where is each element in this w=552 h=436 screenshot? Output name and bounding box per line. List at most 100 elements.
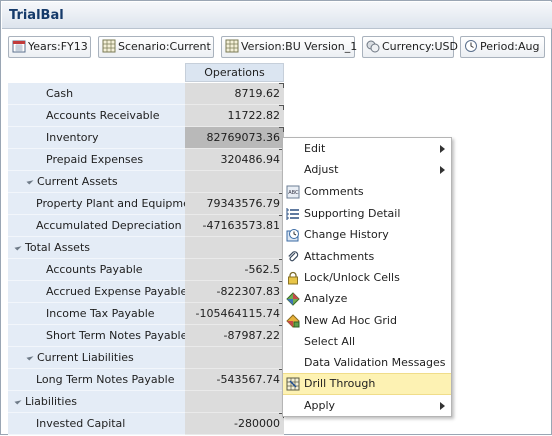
row-label-text: Inventory <box>46 131 99 144</box>
data-cell[interactable]: 8719.62 <box>185 83 284 105</box>
row-label-text: Accounts Payable <box>46 263 143 276</box>
title-bar: TrialBal <box>2 2 552 29</box>
collapse-triangle-icon[interactable] <box>26 177 34 185</box>
submenu-arrow-icon <box>440 166 445 174</box>
cell-value: -543567.74 <box>216 373 280 386</box>
menu-item-drill-through[interactable]: Drill Through <box>283 373 451 395</box>
menu-item-comments[interactable]: ABC Comments <box>283 181 451 203</box>
calendar-icon <box>12 39 26 53</box>
cell-value: -105464115.74 <box>195 307 280 320</box>
menu-item-label: Drill Through <box>304 377 376 390</box>
menu-item-apply[interactable]: Apply <box>283 395 451 417</box>
table-row: Long Term Notes Payable -543567.74 <box>8 369 284 391</box>
menu-item-attachments[interactable]: Attachments <box>283 246 451 268</box>
menu-item-data-validation-messages[interactable]: Data Validation Messages <box>283 352 451 374</box>
menu-item-label: Supporting Detail <box>304 207 401 220</box>
comment-icon: ABC <box>286 185 300 199</box>
data-cell[interactable]: 82769073.36 <box>185 127 284 149</box>
collapse-triangle-icon[interactable] <box>14 243 22 251</box>
menu-item-label: Attachments <box>304 250 375 263</box>
row-label[interactable]: Current Liabilities <box>8 347 185 369</box>
data-cell[interactable]: 79343576.79 <box>185 193 284 215</box>
row-label[interactable]: Income Tax Payable <box>8 303 185 325</box>
table-row: Current Liabilities <box>8 347 284 369</box>
data-cell[interactable] <box>185 391 284 413</box>
row-label-text: Accounts Receivable <box>46 109 160 122</box>
menu-item-lock-unlock-cells[interactable]: Lock/Unlock Cells <box>283 267 451 289</box>
menu-item-select-all[interactable]: Select All <box>283 331 451 353</box>
table-row: Inventory 82769073.36 <box>8 127 284 149</box>
row-label[interactable]: Property Plant and Equipment <box>8 193 201 215</box>
table-row: Cash 8719.62 <box>8 83 284 105</box>
supporting-detail-icon <box>286 207 300 221</box>
data-cell[interactable]: -543567.74 <box>185 369 284 391</box>
pov-years-label: Years:FY13 <box>28 40 88 53</box>
row-label[interactable]: Long Term Notes Payable <box>8 369 185 391</box>
menu-item-adjust[interactable]: Adjust <box>283 159 451 181</box>
submenu-arrow-icon <box>440 402 445 410</box>
row-label[interactable]: Cash <box>8 83 185 105</box>
row-label-text: Current Liabilities <box>37 351 134 364</box>
data-cell[interactable] <box>185 171 284 193</box>
row-label-text: Income Tax Payable <box>46 307 155 320</box>
collapse-triangle-icon[interactable] <box>26 353 34 361</box>
data-cell[interactable]: 320486.94 <box>185 149 284 171</box>
row-label[interactable]: Liabilities <box>8 391 185 413</box>
row-label[interactable]: Prepaid Expenses <box>8 149 185 171</box>
row-label[interactable]: Accrued Expense Payable <box>8 281 187 303</box>
row-label[interactable]: Invested Capital <box>8 413 185 435</box>
data-cell[interactable]: -280000 <box>185 413 284 435</box>
pov-currency[interactable]: Currency:USD <box>362 36 458 58</box>
data-cell[interactable]: -87987.22 <box>185 325 284 347</box>
pov-version-label: Version:BU Version_1 <box>241 40 358 53</box>
menu-item-new-ad-hoc-grid[interactable]: New Ad Hoc Grid <box>283 310 451 332</box>
menu-item-label: Comments <box>304 185 364 198</box>
pov-version[interactable]: Version:BU Version_1 <box>221 36 358 58</box>
row-label[interactable]: Total Assets <box>8 237 185 259</box>
menu-item-label: Edit <box>304 142 326 155</box>
menu-item-supporting-detail[interactable]: Supporting Detail <box>283 203 451 225</box>
table-row: Invested Capital -280000 <box>8 413 284 435</box>
row-label[interactable]: Inventory <box>8 127 185 149</box>
data-cell[interactable] <box>185 237 284 259</box>
row-label[interactable]: Short Term Notes Payable <box>8 325 187 347</box>
menu-item-label: Lock/Unlock Cells <box>304 271 400 284</box>
table-row: Property Plant and Equipment 79343576.79 <box>8 193 284 215</box>
menu-item-analyze[interactable]: Analyze <box>283 288 451 310</box>
row-label-text: Cash <box>46 87 74 100</box>
menu-item-change-history[interactable]: Change History <box>283 224 451 246</box>
cell-value: -280000 <box>234 417 280 430</box>
cell-value: -87987.22 <box>223 329 280 342</box>
pov-scenario-label: Scenario:Current <box>118 40 211 53</box>
pov-years[interactable]: Years:FY13 <box>8 36 91 58</box>
table-row: Accrued Expense Payable -822307.83 <box>8 281 284 303</box>
table-row: Total Assets <box>8 237 284 259</box>
pov-scenario[interactable]: Scenario:Current <box>98 36 214 58</box>
table-row: Accounts Payable -562.5 <box>8 259 284 281</box>
data-cell[interactable] <box>185 347 284 369</box>
cell-corner-marker <box>279 127 284 132</box>
menu-item-edit[interactable]: Edit <box>283 138 451 160</box>
paperclip-icon <box>286 250 300 264</box>
data-grid: Operations Cash 8719.62 Accounts Receivabl… <box>8 63 284 436</box>
cell-corner-marker <box>279 105 284 110</box>
collapse-triangle-icon[interactable] <box>14 397 22 405</box>
analyze-icon <box>286 292 300 306</box>
row-label[interactable]: Accounts Receivable <box>8 105 185 127</box>
table-row: Current Assets <box>8 171 284 193</box>
context-menu: Edit Adjust ABC Comments Supporting Detail Ch… <box>282 137 452 417</box>
grid-icon <box>102 39 116 53</box>
row-label-text: Property Plant and Equipment <box>36 197 202 210</box>
row-label[interactable]: Accumulated Depreciation <box>8 215 185 237</box>
row-label[interactable]: Current Assets <box>8 171 185 193</box>
pov-bar: Years:FY13 Scenario:Current Version:BU V… <box>8 36 548 58</box>
menu-item-label: Select All <box>304 335 356 348</box>
data-cell[interactable]: -822307.83 <box>185 281 284 303</box>
data-cell[interactable]: -562.5 <box>185 259 284 281</box>
data-cell[interactable]: -105464115.74 <box>185 303 284 325</box>
row-label[interactable]: Accounts Payable <box>8 259 185 281</box>
data-cell[interactable]: 11722.82 <box>185 105 284 127</box>
submenu-arrow-icon <box>440 145 445 153</box>
pov-period[interactable]: Period:Aug <box>460 36 545 58</box>
data-cell[interactable]: -47163573.81 <box>185 215 284 237</box>
